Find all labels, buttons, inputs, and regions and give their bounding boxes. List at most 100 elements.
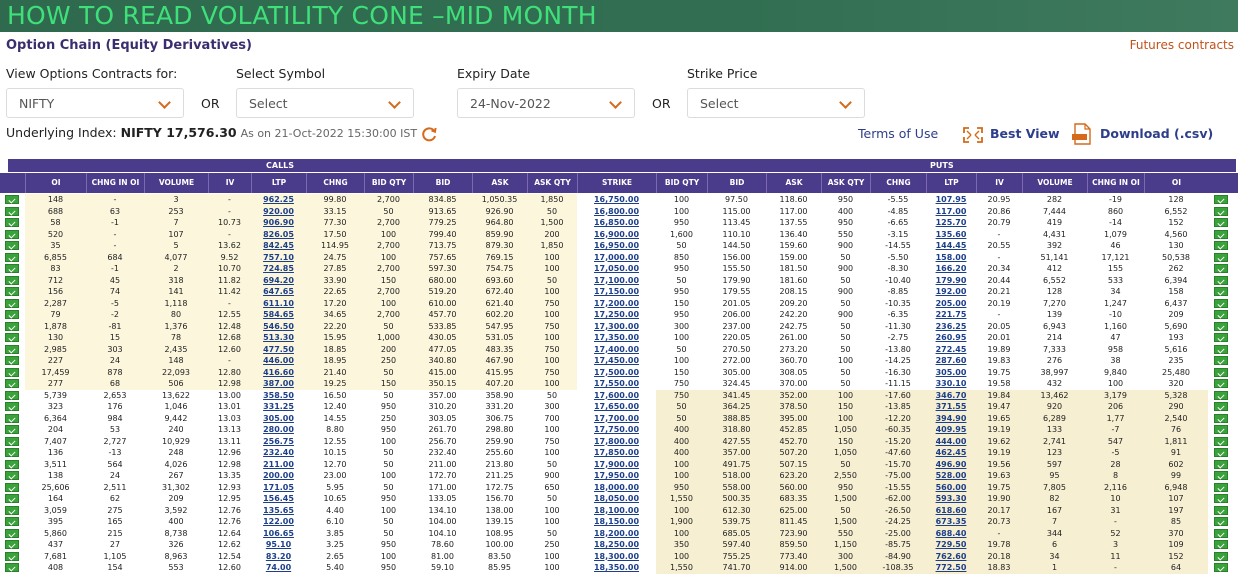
checkbox-icon[interactable] <box>1214 229 1228 239</box>
cell-put-ltp[interactable]: 305.00 <box>926 367 976 379</box>
checkbox-icon[interactable] <box>5 494 19 503</box>
cell-call-ltp[interactable]: 122.00 <box>251 516 306 528</box>
checkbox-icon[interactable] <box>5 229 19 239</box>
cell-call-ltp[interactable]: 95.10 <box>251 539 306 551</box>
cell-call-ltp[interactable]: 513.30 <box>251 332 306 344</box>
refresh-icon[interactable] <box>420 125 438 143</box>
cell-strike[interactable]: 16,750.00 <box>577 194 656 206</box>
checkbox-icon[interactable] <box>1214 367 1228 377</box>
cell-put-ltp[interactable]: 330.10 <box>926 378 976 390</box>
cell-strike[interactable]: 17,400.00 <box>577 343 656 355</box>
cell-call-ltp[interactable]: 305.00 <box>251 413 306 425</box>
checkbox-icon[interactable] <box>5 390 19 400</box>
cell-put-ltp[interactable]: 260.95 <box>926 332 976 344</box>
cell-put-ltp[interactable]: 205.00 <box>926 298 976 310</box>
checkbox-icon[interactable] <box>1214 436 1228 446</box>
cell-strike[interactable]: 18,150.00 <box>577 516 656 528</box>
cell-strike[interactable]: 18,200.00 <box>577 527 656 539</box>
checkbox-icon[interactable] <box>5 321 19 331</box>
cell-strike[interactable]: 17,650.00 <box>577 401 656 413</box>
download-csv-link[interactable]: Download (.csv) <box>1100 126 1213 141</box>
cell-call-ltp[interactable]: 584.65 <box>251 309 306 321</box>
cell-strike[interactable]: 17,950.00 <box>577 470 656 482</box>
expand-icon[interactable] <box>962 126 984 144</box>
checkbox-icon[interactable] <box>1214 333 1228 342</box>
cell-call-ltp[interactable]: 171.05 <box>251 482 306 494</box>
cell-put-ltp[interactable]: 346.70 <box>926 390 976 402</box>
checkbox-icon[interactable] <box>5 367 19 377</box>
expiry-date-select[interactable]: 24-Nov-2022 <box>457 88 635 118</box>
cell-strike[interactable]: 17,600.00 <box>577 389 656 401</box>
cell-put-ltp[interactable]: 462.45 <box>926 447 976 459</box>
cell-strike[interactable]: 17,000.00 <box>577 251 656 263</box>
cell-call-ltp[interactable]: 211.00 <box>251 459 306 471</box>
cell-strike[interactable]: 18,350.00 <box>577 562 656 574</box>
cell-call-ltp[interactable]: 232.40 <box>251 447 306 459</box>
checkbox-icon[interactable] <box>1214 413 1228 423</box>
cell-call-ltp[interactable]: 906.90 <box>251 217 306 229</box>
cell-strike[interactable]: 17,300.00 <box>577 320 656 332</box>
cell-put-ltp[interactable]: 444.00 <box>926 436 976 448</box>
cell-strike[interactable]: 16,950.00 <box>577 240 656 252</box>
checkbox-icon[interactable] <box>1214 448 1228 457</box>
cell-call-ltp[interactable]: 387.00 <box>251 378 306 390</box>
cell-call-ltp[interactable]: 280.00 <box>251 424 306 436</box>
cell-put-ltp[interactable]: 673.35 <box>926 516 976 528</box>
cell-put-ltp[interactable]: 166.20 <box>926 263 976 275</box>
cell-put-ltp[interactable]: 221.75 <box>926 309 976 321</box>
checkbox-icon[interactable] <box>5 195 19 204</box>
cell-strike[interactable]: 17,750.00 <box>577 424 656 436</box>
cell-call-ltp[interactable]: 331.25 <box>251 401 306 413</box>
cell-call-ltp[interactable]: 757.10 <box>251 252 306 264</box>
checkbox-icon[interactable] <box>1214 264 1228 273</box>
checkbox-icon[interactable] <box>1214 287 1228 296</box>
cell-put-ltp[interactable]: 236.25 <box>926 321 976 333</box>
cell-put-ltp[interactable]: 688.40 <box>926 528 976 540</box>
cell-call-ltp[interactable]: 611.10 <box>251 298 306 310</box>
checkbox-icon[interactable] <box>5 402 19 411</box>
checkbox-icon[interactable] <box>5 505 19 515</box>
cell-put-ltp[interactable]: 618.60 <box>926 505 976 517</box>
checkbox-icon[interactable] <box>5 344 19 354</box>
checkbox-icon[interactable] <box>1214 275 1228 285</box>
checkbox-icon[interactable] <box>5 264 19 273</box>
checkbox-icon[interactable] <box>5 252 19 262</box>
cell-put-ltp[interactable]: 528.00 <box>926 470 976 482</box>
checkbox-icon[interactable] <box>5 241 19 250</box>
cell-put-ltp[interactable]: 192.00 <box>926 286 976 298</box>
cell-put-ltp[interactable]: 762.60 <box>926 551 976 563</box>
checkbox-icon[interactable] <box>1214 390 1228 400</box>
checkbox-icon[interactable] <box>5 333 19 342</box>
cell-put-ltp[interactable]: 394.90 <box>926 413 976 425</box>
index-select[interactable]: NIFTY <box>6 88 184 118</box>
checkbox-icon[interactable] <box>5 218 19 227</box>
symbol-select[interactable]: Select <box>236 88 414 118</box>
cell-call-ltp[interactable]: 256.75 <box>251 436 306 448</box>
checkbox-icon[interactable] <box>1214 494 1228 503</box>
checkbox-icon[interactable] <box>1214 195 1228 204</box>
checkbox-icon[interactable] <box>1214 218 1228 227</box>
checkbox-icon[interactable] <box>5 563 19 572</box>
cell-strike[interactable]: 17,350.00 <box>577 332 656 344</box>
checkbox-icon[interactable] <box>5 356 19 365</box>
cell-call-ltp[interactable]: 842.45 <box>251 240 306 252</box>
cell-call-ltp[interactable]: 724.85 <box>251 263 306 275</box>
cell-put-ltp[interactable]: 144.45 <box>926 240 976 252</box>
cell-put-ltp[interactable]: 158.00 <box>926 252 976 264</box>
checkbox-icon[interactable] <box>1214 563 1228 572</box>
checkbox-icon[interactable] <box>5 551 19 561</box>
checkbox-icon[interactable] <box>5 436 19 446</box>
checkbox-icon[interactable] <box>1214 206 1228 216</box>
checkbox-icon[interactable] <box>5 471 19 480</box>
cell-put-ltp[interactable]: 593.30 <box>926 493 976 505</box>
checkbox-icon[interactable] <box>5 540 19 549</box>
checkbox-icon[interactable] <box>1214 402 1228 411</box>
checkbox-icon[interactable] <box>5 310 19 319</box>
cell-call-ltp[interactable]: 694.20 <box>251 275 306 287</box>
csv-file-icon[interactable] <box>1071 123 1093 145</box>
checkbox-icon[interactable] <box>5 413 19 423</box>
checkbox-icon[interactable] <box>5 482 19 492</box>
cell-call-ltp[interactable]: 647.65 <box>251 286 306 298</box>
cell-put-ltp[interactable]: 179.90 <box>926 275 976 287</box>
checkbox-icon[interactable] <box>1214 528 1228 538</box>
